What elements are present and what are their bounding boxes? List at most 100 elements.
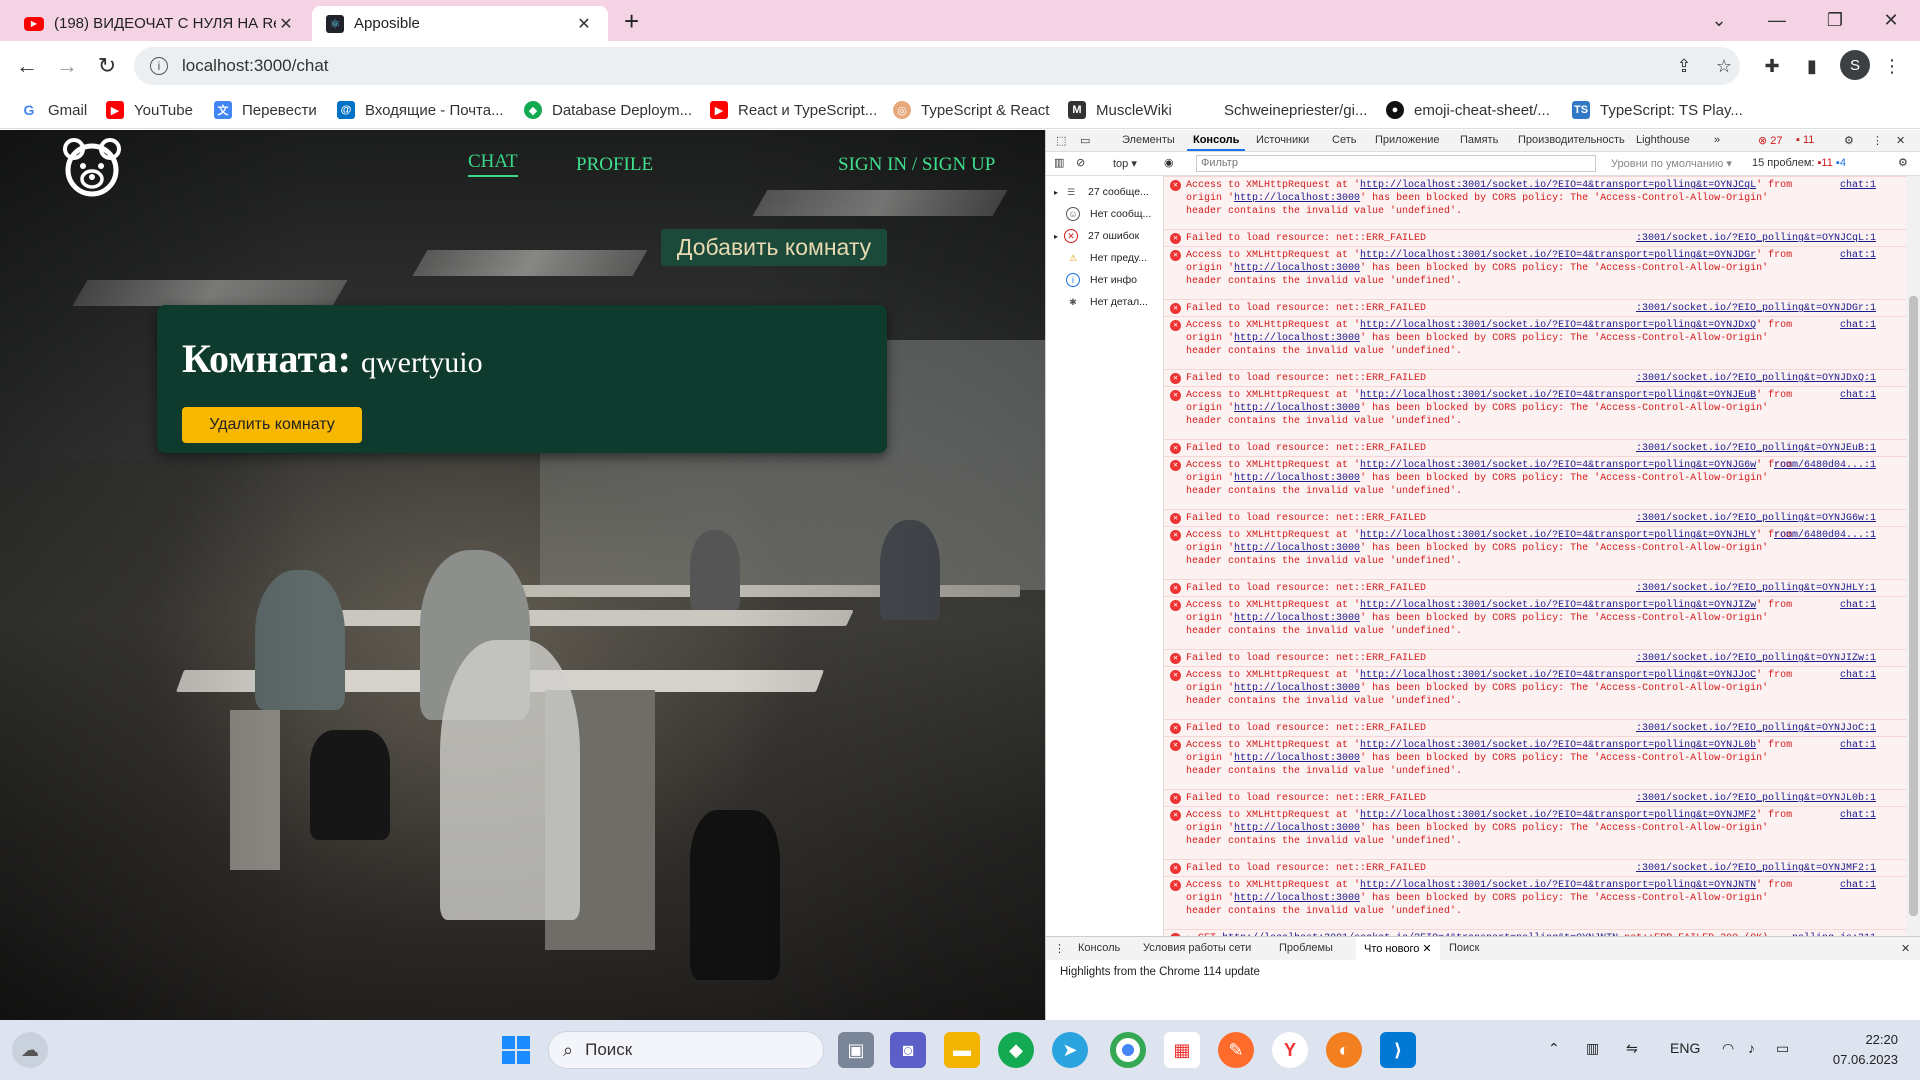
device-toggle-icon[interactable]: ▭ <box>1080 134 1090 147</box>
settings-gear-icon[interactable]: ⚙ <box>1844 134 1854 147</box>
request-url-link[interactable]: http://localhost:3001/socket.io/?EIO=4&t… <box>1360 670 1756 681</box>
scrollbar-thumb[interactable] <box>1909 296 1918 916</box>
log-source-link[interactable]: chat:1 <box>1840 669 1876 682</box>
tray-overflow-icon[interactable]: ⌃ <box>1548 1040 1560 1057</box>
log-source-link[interactable]: :3001/socket.io/?EIO_polling&t=OYNJDxQ:1 <box>1636 372 1876 385</box>
bookmark-star-icon[interactable]: ☆ <box>1712 54 1736 78</box>
yandex-icon[interactable]: Y <box>1272 1032 1308 1068</box>
log-source-link[interactable]: chat:1 <box>1840 599 1876 612</box>
sidebar-item-verbose[interactable]: ✱ Нет детал... <box>1054 292 1148 312</box>
sidebar-item-user-messages[interactable]: ☺ Нет сообщ... <box>1054 204 1151 224</box>
log-source-link[interactable]: :3001/socket.io/?EIO_polling&t=OYNJHLY:1 <box>1636 582 1876 595</box>
share-icon[interactable]: ⇪ <box>1672 54 1696 78</box>
close-devtools-icon[interactable]: ✕ <box>1896 134 1905 147</box>
request-url-link[interactable]: http://localhost:3001/socket.io/?EIO=4&t… <box>1360 390 1756 401</box>
tab-search-icon[interactable]: ⌄ <box>1690 0 1748 40</box>
origin-url-link[interactable]: http://localhost:3000 <box>1234 403 1360 414</box>
language-indicator[interactable]: ENG <box>1670 1040 1700 1056</box>
file-explorer-icon[interactable]: ▬ <box>944 1032 980 1068</box>
log-source-link[interactable]: chat:1 <box>1840 739 1876 752</box>
origin-url-link[interactable]: http://localhost:3000 <box>1234 893 1360 904</box>
task-view-icon[interactable]: ▣ <box>838 1032 874 1068</box>
delete-room-button[interactable]: Удалить комнату <box>182 407 362 443</box>
console-log-entry[interactable]: ✕ chat:1 Access to XMLHttpRequest at 'http… <box>1164 316 1906 369</box>
nav-profile-link[interactable]: PROFILE <box>576 154 653 176</box>
drawer-tab-whats-new[interactable]: Что нового ✕ <box>1356 937 1440 961</box>
origin-url-link[interactable]: http://localhost:3000 <box>1234 193 1360 204</box>
console-settings-icon[interactable]: ⚙ <box>1898 156 1908 169</box>
log-source-link[interactable]: :3001/socket.io/?EIO_polling&t=OYNJMF2:1 <box>1636 862 1876 875</box>
tab-elements[interactable]: Элементы <box>1122 134 1175 146</box>
log-source-link[interactable]: chat:1 <box>1840 879 1876 892</box>
log-source-link[interactable]: :3001/socket.io/?EIO_polling&t=OYNJEuB:1 <box>1636 442 1876 455</box>
log-source-link[interactable]: chat:1 <box>1840 319 1876 332</box>
bookmark-database[interactable]: ◆ Database Deploym... <box>524 98 692 122</box>
tab-memory[interactable]: Память <box>1460 134 1498 146</box>
console-log-entry[interactable]: ✕ chat:1 Access to XMLHttpRequest at 'http… <box>1164 176 1906 229</box>
more-options-icon[interactable]: ⋮ <box>1872 134 1883 147</box>
console-filter-input[interactable]: Фильтр <box>1196 155 1596 172</box>
console-log-area[interactable]: ✕ chat:1 Access to XMLHttpRequest at 'http… <box>1164 176 1906 936</box>
issues-button[interactable]: 15 проблем: ▪11 ▪4 <box>1752 157 1846 169</box>
weather-icon[interactable]: ☁ <box>12 1032 48 1068</box>
tray-network-app-icon[interactable]: ⇋ <box>1626 1040 1638 1057</box>
log-source-link[interactable]: chat:1 <box>1840 389 1876 402</box>
forward-icon[interactable]: → <box>52 51 82 81</box>
bookmark-react-ts[interactable]: ▶ React и TypeScript... <box>710 98 877 122</box>
drawer-tab-issues[interactable]: Проблемы <box>1279 942 1333 954</box>
origin-url-link[interactable]: http://localhost:3000 <box>1234 683 1360 694</box>
tab-sources[interactable]: Источники <box>1256 134 1309 146</box>
live-expression-eye-icon[interactable]: ◉ <box>1164 156 1174 169</box>
origin-url-link[interactable]: http://localhost:3000 <box>1234 263 1360 274</box>
sidebar-toggle-icon[interactable]: ▥ <box>1054 156 1064 169</box>
volume-icon[interactable]: ♪ <box>1748 1040 1755 1056</box>
console-log-entry[interactable]: ✕ chat:1 Access to XMLHttpRequest at 'http… <box>1164 386 1906 439</box>
sidebar-item-errors[interactable]: ▸ ✕ 27 ошибок <box>1054 226 1139 246</box>
chrome-icon[interactable] <box>1110 1032 1146 1068</box>
request-url-link[interactable]: http://localhost:3001/socket.io/?EIO=4&t… <box>1360 530 1756 541</box>
console-log-entry[interactable]: ✕ chat:1 Access to XMLHttpRequest at 'http… <box>1164 736 1906 789</box>
tray-app-icon[interactable]: ▥ <box>1586 1040 1599 1057</box>
address-bar[interactable]: i localhost:3000/chat <box>134 47 1740 85</box>
console-log-entry[interactable]: ✕:3001/socket.io/?EIO_polling&t=OYNJEuB:… <box>1164 439 1906 456</box>
close-window-button[interactable]: ✕ <box>1862 0 1920 40</box>
error-count-badge[interactable]: ⊗ 27 <box>1758 134 1783 147</box>
tab-network[interactable]: Сеть <box>1332 134 1356 146</box>
origin-url-link[interactable]: http://localhost:3000 <box>1234 753 1360 764</box>
log-source-link[interactable]: :3001/socket.io/?EIO_polling&t=OYNJDGr:1 <box>1636 302 1876 315</box>
request-url-link[interactable]: http://localhost:3001/socket.io/?EIO=4&t… <box>1360 250 1756 261</box>
clear-console-icon[interactable]: ⊘ <box>1076 156 1085 169</box>
tab-lighthouse[interactable]: Lighthouse <box>1636 134 1690 146</box>
bookmark-ts-react[interactable]: ◎ TypeScript & React <box>893 98 1049 122</box>
drawer-tab-search[interactable]: Поиск <box>1449 942 1479 954</box>
context-selector[interactable]: top ▾ <box>1113 157 1137 170</box>
bookmark-gmail[interactable]: G Gmail <box>20 98 87 122</box>
drawer-tab-network-conditions[interactable]: Условия работы сети <box>1143 942 1251 954</box>
close-drawer-icon[interactable]: ✕ <box>1901 942 1910 955</box>
console-log-entry[interactable]: ✕:3001/socket.io/?EIO_polling&t=OYNJMF2:… <box>1164 859 1906 876</box>
side-panel-icon[interactable]: ▮ <box>1800 54 1824 78</box>
origin-url-link[interactable]: http://localhost:3000 <box>1234 473 1360 484</box>
bookmark-musclewiki[interactable]: M MuscleWiki <box>1068 98 1172 122</box>
drawer-menu-icon[interactable]: ⋮ <box>1054 942 1065 955</box>
console-scrollbar[interactable] <box>1906 176 1920 936</box>
reload-icon[interactable]: ↻ <box>92 51 122 81</box>
room-card[interactable]: Комната: qwertyuio Удалить комнату <box>157 305 887 453</box>
close-tab-icon[interactable]: ✕ <box>276 14 296 34</box>
site-info-icon[interactable]: i <box>150 57 168 75</box>
postman-icon[interactable]: ✎ <box>1218 1032 1254 1068</box>
extensions-icon[interactable]: ✚ <box>1760 54 1784 78</box>
log-levels-dropdown[interactable]: Уровни по умолчанию ▾ <box>1611 157 1732 170</box>
log-source-link[interactable]: room/6480d04...:1 <box>1774 529 1876 542</box>
console-log-entry[interactable]: ✕ room/6480d04...:1 Access to XMLHttpReque… <box>1164 456 1906 509</box>
minimize-button[interactable]: — <box>1748 0 1806 40</box>
back-icon[interactable]: ← <box>12 51 42 81</box>
sidebar-item-messages[interactable]: ▸ ☰ 27 сообще... <box>1054 182 1149 202</box>
console-log-entry[interactable]: ✕:3001/socket.io/?EIO_polling&t=OYNJCqL:… <box>1164 229 1906 246</box>
bookmark-youtube[interactable]: ▶ YouTube <box>106 98 193 122</box>
log-source-link[interactable]: chat:1 <box>1840 179 1876 192</box>
bear-logo-icon[interactable] <box>62 137 122 197</box>
request-url-link[interactable]: http://localhost:3001/socket.io/?EIO=4&t… <box>1360 180 1756 191</box>
taskbar-search[interactable]: ⌕ Поиск <box>548 1031 824 1069</box>
origin-url-link[interactable]: http://localhost:3000 <box>1234 613 1360 624</box>
